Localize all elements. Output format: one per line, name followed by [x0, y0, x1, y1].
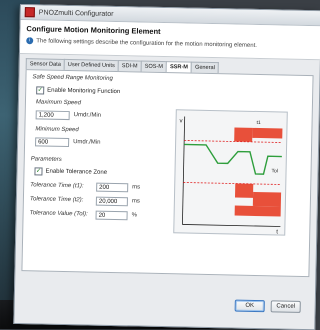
dialog-description: i The following settings describe the co…	[26, 37, 314, 50]
lower-zone-right	[252, 191, 282, 207]
upper-zone-right	[252, 127, 283, 139]
min-speed-label: Minimum Speed	[35, 126, 79, 134]
ssr-m-panel: Safe Speed Range Monitoring ✓ Enable Mon…	[21, 69, 314, 278]
dialog-header: Configure Motion Monitoring Element i Th…	[19, 20, 320, 61]
tol-label: Tol	[271, 168, 278, 174]
section-title: Safe Speed Range Monitoring	[32, 74, 113, 82]
button-row: OK Cancel	[229, 299, 301, 313]
tol-value-label: Tolerance Value (Tol):	[29, 210, 88, 218]
info-icon: i	[26, 37, 34, 45]
tab-sos-m[interactable]: SOS-M	[140, 60, 168, 73]
enable-tolerance-checkbox[interactable]: ✓	[34, 167, 43, 176]
tab-sdi-m[interactable]: SDI-M	[117, 60, 142, 72]
tab-ssr-m[interactable]: SSR-M	[165, 61, 193, 73]
dialog-heading: Configure Motion Monitoring Element	[26, 24, 161, 36]
min-speed-unit: Umdr./Min	[73, 139, 101, 146]
max-speed-input[interactable]: 1,200	[35, 110, 70, 121]
cancel-button[interactable]: Cancel	[270, 300, 301, 313]
parameters-label: Parameters	[30, 156, 62, 163]
diagram-svg: v t t1 Tol	[180, 116, 283, 235]
speed-curve	[184, 143, 282, 175]
tol-value-unit: %	[131, 212, 138, 219]
configurator-dialog: PNOZmulti Configurator Configure Motion …	[13, 4, 320, 330]
lower-zone-bottom	[234, 205, 281, 217]
tab-general[interactable]: General	[190, 61, 220, 74]
tol-value-input[interactable]: 20	[95, 210, 128, 221]
description-text: The following settings describe the conf…	[36, 37, 258, 49]
tol-time1-label: Tolerance Time (t1):	[30, 182, 84, 190]
enable-tolerance-row[interactable]: ✓ Enable Tolerance Zone	[34, 167, 107, 177]
tol-time2-label: Tolerance Time (t2):	[29, 196, 84, 204]
min-limit-line	[183, 182, 282, 185]
ok-button[interactable]: OK	[234, 299, 265, 313]
app-logo-icon	[24, 7, 35, 18]
lower-zone-left	[234, 183, 254, 198]
max-speed-label: Maximum Speed	[35, 99, 82, 107]
max-speed-unit: Umdr./Min	[73, 112, 102, 119]
t1-label: t1	[256, 120, 261, 126]
tab-sensor-data[interactable]: Sensor Data	[25, 58, 65, 70]
upper-zone-left	[234, 127, 253, 142]
t-axis-line	[182, 224, 281, 227]
v-axis-line	[182, 116, 186, 225]
enable-tolerance-label: Enable Tolerance Zone	[45, 168, 108, 176]
tol-time1-unit: ms	[132, 184, 141, 191]
enable-monitoring-checkbox[interactable]: ✓	[36, 86, 45, 95]
enable-monitoring-label: Enable Monitoring Function	[47, 87, 121, 96]
window-title: PNOZmulti Configurator	[38, 8, 114, 18]
tol-time2-input[interactable]: 20,000	[95, 196, 128, 207]
v-axis-label: v	[180, 118, 183, 124]
tol-time2-unit: ms	[131, 198, 140, 205]
min-speed-input[interactable]: 600	[35, 137, 70, 148]
enable-monitoring-row[interactable]: ✓ Enable Monitoring Function	[36, 86, 120, 96]
speed-range-diagram: v t t1 Tol	[173, 109, 288, 236]
t-axis-label: t	[276, 229, 278, 234]
max-limit-line	[184, 140, 283, 143]
tol-time1-input[interactable]: 200	[96, 182, 129, 193]
